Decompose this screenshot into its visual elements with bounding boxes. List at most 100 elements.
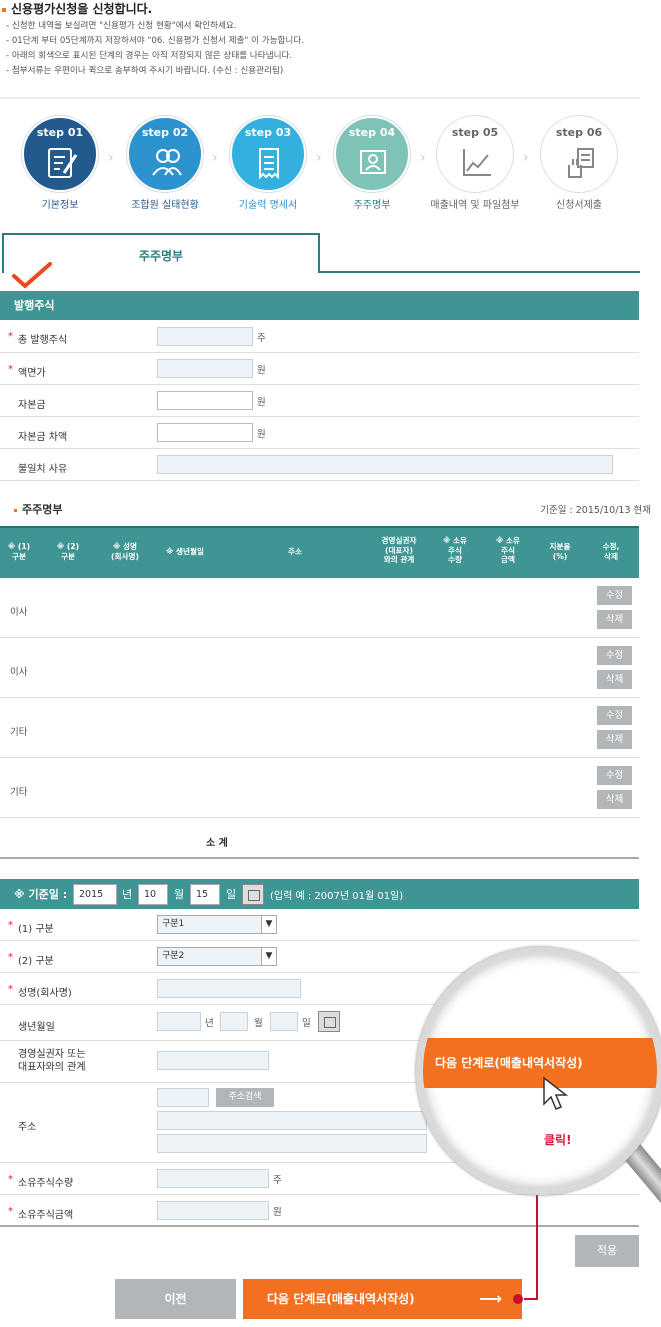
step-label: 주주명부 — [353, 200, 391, 211]
delete-button[interactable]: 삭제 — [597, 670, 632, 689]
base-date-label: ※ 기준일 : — [14, 888, 68, 901]
next-step-label: 다음 단계로(매출내역서작성) — [267, 1292, 415, 1306]
month-input[interactable]: 10 — [138, 884, 168, 905]
type2-select[interactable]: 구분2 ▼ — [157, 947, 277, 966]
year-input[interactable]: 2015 — [73, 884, 117, 905]
notice-item: - 01단계 부터 05단계까지 저장하셔야 "06. 신용평가 신청서 제출"… — [6, 36, 304, 46]
column-header: ※ 소유 주식 수량 — [443, 536, 467, 564]
callout-dot — [513, 1294, 523, 1304]
address2-input[interactable] — [157, 1134, 427, 1153]
field-label: 성명(회사명) — [8, 984, 72, 999]
form-row: 총 발행주식 주 — [0, 320, 639, 353]
day-input[interactable]: 15 — [190, 884, 220, 905]
calendar-icon[interactable] — [318, 1011, 340, 1032]
step-circle: step 06 — [541, 116, 617, 192]
notice-list: - 신청한 내역을 보실려면 "신용평가 신청 현황"에서 확인하세요. - 0… — [6, 19, 304, 79]
edit-button[interactable]: 수정 — [597, 706, 632, 725]
edit-button[interactable]: 수정 — [597, 586, 632, 605]
step-label: 매출내역 및 파일첨부 — [430, 200, 520, 211]
delete-button[interactable]: 삭제 — [597, 610, 632, 629]
page-title: 신용평가신청을 신청합니다. — [2, 0, 152, 17]
id-card-icon — [360, 150, 386, 174]
form-row: (1) 구분 구분1▼ — [0, 909, 639, 941]
column-header: 지분율 (%) — [549, 542, 571, 561]
form-row: 자본금 원 — [0, 385, 639, 417]
edit-button[interactable]: 수정 — [597, 646, 632, 665]
par-value-input[interactable] — [157, 359, 253, 378]
field-label: (2) 구분 — [8, 952, 54, 967]
field-label: 생년월일 — [18, 1022, 55, 1033]
column-header: ※ (1) 구분 — [7, 542, 31, 561]
unit-label: 월 — [254, 1018, 263, 1029]
year-unit: 년 — [122, 888, 133, 901]
date-example: (입력 예 : 2007년 01월 01일) — [270, 891, 404, 902]
relation-input[interactable] — [157, 1051, 269, 1070]
type1-select[interactable]: 구분1 ▼ — [157, 915, 277, 934]
capital-diff-input[interactable] — [157, 423, 253, 442]
unit-label: 원 — [257, 397, 266, 408]
mismatch-reason-input[interactable] — [157, 455, 613, 474]
birth-year-input[interactable] — [157, 1012, 201, 1031]
share-qty-input[interactable] — [157, 1169, 269, 1188]
row-type: 기타 — [10, 787, 28, 798]
delete-button[interactable]: 삭제 — [597, 790, 632, 809]
field-label: 소유주식금액 — [8, 1206, 73, 1221]
step-label: 신청서제출 — [556, 200, 602, 211]
step-03[interactable]: step 03 기술력 명세서 — [213, 116, 323, 211]
cursor-icon — [543, 1076, 569, 1110]
base-date-bar: ※ 기준일 : 2015 년 10 월 15 일 (입력 예 : 2007년 0… — [0, 879, 639, 909]
address-search-button[interactable]: 주소검색 — [216, 1088, 274, 1107]
unit-label: 원 — [257, 365, 266, 376]
column-header: ※ 생년월일 — [166, 547, 204, 556]
notice-item: - 첨부서류는 우편이나 퀵으로 송부하여 주시기 바랍니다. (수신 : 신용… — [6, 66, 284, 76]
row-type: 이사 — [10, 667, 28, 678]
unit-label: 주 — [273, 1175, 282, 1186]
address1-input[interactable] — [157, 1111, 427, 1130]
unit-label: 주 — [257, 333, 266, 344]
magnifier-lens: 다음 단계로(매출내역서작성) 클릭! — [416, 947, 661, 1195]
table-row: 이사 수정 삭제 — [0, 578, 639, 638]
step-label: 기본정보 — [41, 200, 79, 211]
name-input[interactable] — [157, 979, 301, 998]
step-circle: step 02 — [127, 116, 203, 192]
chevron-down-icon: ▼ — [261, 948, 276, 965]
apply-button[interactable]: 적용 — [575, 1235, 639, 1267]
notice-item: - 아래의 회색으로 표시된 단계의 경우는 아직 저장되지 않은 상태를 나타… — [6, 51, 293, 61]
delete-button[interactable]: 삭제 — [597, 730, 632, 749]
step-circle: step 03 — [230, 116, 306, 192]
edit-button[interactable]: 수정 — [597, 766, 632, 785]
zipcode-input[interactable] — [157, 1088, 209, 1107]
month-unit: 월 — [174, 888, 185, 901]
unit-label: 원 — [257, 429, 266, 440]
field-label: 자본금 — [18, 400, 46, 411]
field-label: 불일치 사유 — [18, 464, 68, 475]
users-icon — [152, 149, 182, 176]
click-annotation: 클릭! — [544, 1133, 572, 1147]
table-row: 기타 수정 삭제 — [0, 758, 639, 818]
calendar-icon[interactable] — [242, 884, 264, 905]
step-02[interactable]: step 02 조합원 실태현황 — [110, 116, 220, 211]
birth-day-input[interactable] — [270, 1012, 298, 1031]
subtotal-label: 소 계 — [206, 838, 228, 849]
field-label: 자본금 차액 — [18, 432, 68, 443]
column-header: ※ 소유 주식 금액 — [496, 536, 520, 564]
step-06[interactable]: step 06 신청서제출 — [524, 116, 634, 211]
table-row: 이사 수정 삭제 — [0, 638, 639, 698]
step-circle: step 04 — [334, 116, 410, 192]
table-header: ※ (1) 구분 ※ (2) 구분 ※ 성명 (회사명) ※ 생년월일 주소 경… — [0, 526, 639, 578]
column-header: ※ 성명 (회사명) — [111, 542, 139, 561]
field-label: 액면가 — [8, 364, 45, 379]
total-shares-input[interactable] — [157, 327, 253, 346]
step-04[interactable]: step 04 주주명부 — [317, 116, 427, 211]
unit-label: 원 — [273, 1207, 282, 1218]
step-01[interactable]: step 01 기본정보 — [5, 116, 115, 211]
divider — [0, 857, 639, 859]
next-step-button[interactable]: 다음 단계로(매출내역서작성) ⟶ — [243, 1279, 522, 1319]
hand-document-icon — [568, 148, 594, 178]
column-header: 수정, 삭제 — [602, 542, 620, 561]
step-05[interactable]: step 05 매출내역 및 파일첨부 — [420, 116, 530, 211]
birth-month-input[interactable] — [220, 1012, 248, 1031]
share-amount-input[interactable] — [157, 1201, 269, 1220]
capital-input[interactable] — [157, 391, 253, 410]
prev-button[interactable]: 이전 — [115, 1279, 236, 1319]
